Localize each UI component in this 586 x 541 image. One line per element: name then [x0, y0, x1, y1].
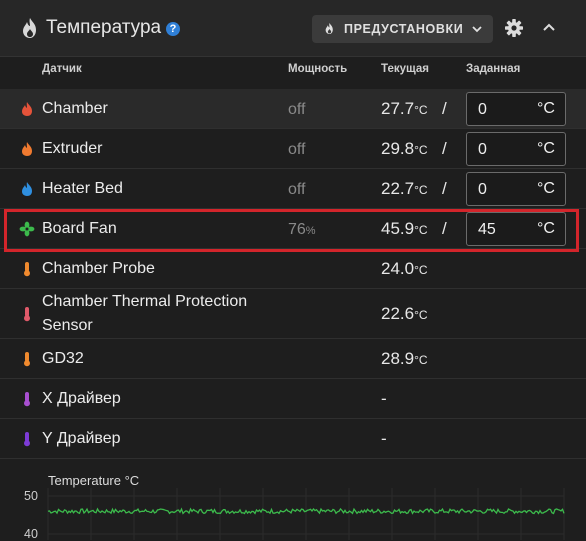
sensor-current: - — [381, 429, 387, 448]
sensor-name: GD32 — [42, 350, 84, 367]
column-header-current: Текущая — [381, 63, 429, 75]
sensor-current: 29.8°C — [381, 139, 428, 159]
highlight-box — [4, 209, 579, 252]
current-unit: °C — [414, 308, 428, 322]
thermometer-icon — [24, 392, 30, 407]
sensor-name: X Драйвер — [42, 390, 121, 407]
flame-icon — [22, 142, 32, 156]
current-unit: °C — [414, 103, 428, 117]
sensor-row-gd32: GD32 28.9°C — [0, 339, 586, 379]
target-input-chamber[interactable]: 0 °C — [466, 92, 566, 126]
thermometer-icon — [24, 432, 30, 447]
sensor-row-extruder: Extruder off 29.8°C / 0 °C — [0, 129, 586, 169]
separator: / — [442, 139, 447, 158]
flame-icon — [23, 18, 36, 38]
target-unit: °C — [537, 180, 555, 197]
current-value: 22.7 — [381, 179, 415, 198]
separator: / — [442, 179, 447, 198]
column-header-target: Заданная — [466, 63, 521, 75]
current-unit: °C — [414, 263, 428, 277]
separator: / — [442, 99, 447, 118]
sensor-name: Heater Bed — [42, 180, 123, 197]
presets-label: ПРЕДУСТАНОВКИ — [344, 22, 464, 36]
thermometer-icon — [24, 262, 30, 277]
current-unit: °C — [414, 143, 428, 157]
presets-button[interactable]: ПРЕДУСТАНОВКИ — [312, 15, 493, 43]
sensor-current: 22.7°C — [381, 179, 428, 199]
sensor-current: 27.7°C — [381, 99, 428, 119]
flame-icon — [22, 182, 32, 196]
temperature-panel: Температура ? ПРЕДУСТАНОВКИ Датчик Мощно… — [0, 0, 586, 541]
sensor-power: off — [288, 141, 306, 158]
panel-header: Температура ? ПРЕДУСТАНОВКИ — [0, 0, 586, 57]
sensor-name: Y Драйвер — [42, 430, 121, 447]
flame-icon — [325, 23, 333, 34]
sensor-current: 24.0°C — [381, 259, 428, 279]
target-value[interactable]: 0 — [478, 181, 487, 199]
target-input-heater-bed[interactable]: 0 °C — [466, 172, 566, 206]
sensor-current: 22.6°C — [381, 304, 428, 324]
current-unit: °C — [414, 353, 428, 367]
sensor-row-x-driver: X Драйвер - — [0, 379, 586, 419]
sensor-name-line2: Sensor — [42, 317, 93, 334]
temperature-chart — [47, 488, 565, 540]
target-value[interactable]: 0 — [478, 141, 487, 159]
thermometer-icon — [24, 307, 30, 322]
gear-icon[interactable] — [504, 18, 524, 38]
sensor-name: Chamber — [42, 100, 108, 117]
current-unit: °C — [414, 183, 428, 197]
sensor-power: off — [288, 101, 306, 118]
sensor-name: Chamber Probe — [42, 260, 155, 277]
chart-title: Temperature °C — [48, 473, 140, 488]
panel-title: Температура — [46, 17, 162, 38]
sensor-row-chamber-probe: Chamber Probe 24.0°C — [0, 249, 586, 289]
current-value: 28.9 — [381, 349, 415, 368]
sensor-name: Chamber Thermal Protection Sensor — [42, 290, 247, 338]
sensor-current: 28.9°C — [381, 349, 428, 369]
flame-icon — [22, 102, 32, 116]
column-header-power: Мощность — [288, 63, 348, 75]
chevron-down-icon — [472, 26, 482, 33]
target-unit: °C — [537, 100, 555, 117]
column-header-sensor: Датчик — [42, 63, 82, 75]
sensor-row-heater-bed: Heater Bed off 22.7°C / 0 °C — [0, 169, 586, 209]
target-input-extruder[interactable]: 0 °C — [466, 132, 566, 166]
sensor-current: - — [381, 389, 387, 408]
sensor-row-chamber-thermal-protection: Chamber Thermal Protection Sensor 22.6°C — [0, 289, 586, 339]
thermometer-icon — [24, 352, 30, 367]
current-value: 24.0 — [381, 259, 415, 278]
current-value: 22.6 — [381, 304, 415, 323]
chevron-up-icon[interactable] — [541, 20, 557, 36]
sensor-name: Extruder — [42, 140, 103, 157]
sensor-name-line1: Chamber Thermal Protection — [42, 293, 248, 310]
current-value: 29.8 — [381, 139, 415, 158]
sensor-row-chamber: Chamber off 27.7°C / 0 °C — [0, 89, 586, 129]
sensor-row-y-driver: Y Драйвер - — [0, 419, 586, 459]
help-icon[interactable]: ? — [166, 22, 180, 36]
target-value[interactable]: 0 — [478, 101, 487, 119]
target-unit: °C — [537, 140, 555, 157]
sensor-power: off — [288, 181, 306, 198]
current-value: 27.7 — [381, 99, 415, 118]
